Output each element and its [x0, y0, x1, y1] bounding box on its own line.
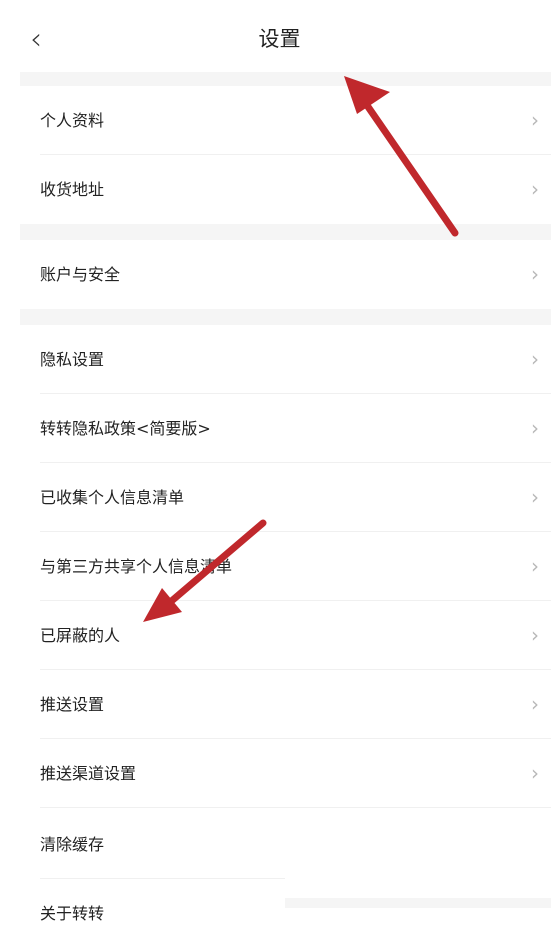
chevron-right-icon: › — [531, 761, 539, 785]
row-divider — [40, 807, 551, 808]
chevron-right-icon: › — [531, 623, 539, 647]
settings-item-label: 与第三方共享个人信息清单 — [40, 557, 233, 576]
settings-item-personal-info[interactable]: 个人资料 › — [20, 86, 551, 155]
chevron-right-icon: › — [531, 347, 539, 371]
chevron-right-icon: › — [531, 554, 539, 578]
settings-item-label: 转转隐私政策<简要版> — [40, 419, 211, 438]
settings-item-label: 个人资料 — [40, 111, 105, 130]
section-separator — [20, 72, 551, 86]
settings-item-about[interactable]: 关于转转 — [20, 879, 285, 948]
settings-item-push-settings[interactable]: 推送设置 › — [20, 670, 551, 739]
section-separator — [20, 224, 551, 240]
section-separator — [285, 898, 551, 908]
page-title: 设置 — [258, 27, 301, 51]
settings-item-label: 隐私设置 — [40, 350, 105, 369]
settings-item-label: 已屏蔽的人 — [40, 626, 121, 645]
settings-item-blocked-users[interactable]: 已屏蔽的人 › — [20, 601, 551, 670]
settings-item-push-channel-settings[interactable]: 推送渠道设置 › — [20, 739, 551, 808]
settings-item-label: 推送设置 — [40, 695, 105, 714]
settings-item-label: 账户与安全 — [40, 265, 121, 284]
settings-item-label: 推送渠道设置 — [40, 764, 137, 783]
chevron-right-icon: › — [531, 262, 539, 286]
chevron-right-icon: › — [531, 692, 539, 716]
chevron-right-icon: › — [531, 108, 539, 132]
settings-item-third-party-sharing-list[interactable]: 与第三方共享个人信息清单 › — [20, 532, 551, 601]
settings-item-label: 收货地址 — [40, 180, 105, 199]
settings-item-label: 清除缓存 — [40, 835, 105, 854]
settings-item-clear-cache[interactable]: 清除缓存 — [20, 810, 285, 879]
chevron-right-icon: › — [531, 485, 539, 509]
settings-item-label: 关于转转 — [40, 904, 105, 923]
chevron-right-icon: › — [531, 416, 539, 440]
settings-item-privacy-policy[interactable]: 转转隐私政策<简要版> › — [20, 394, 551, 463]
settings-item-collected-info-list[interactable]: 已收集个人信息清单 › — [20, 463, 551, 532]
settings-item-privacy[interactable]: 隐私设置 › — [20, 325, 551, 394]
settings-item-label: 已收集个人信息清单 — [40, 488, 185, 507]
app-header: ‹ 设置 — [0, 0, 559, 75]
chevron-right-icon: › — [531, 177, 539, 201]
settings-item-shipping-address[interactable]: 收货地址 › — [20, 155, 551, 224]
settings-item-account-security[interactable]: 账户与安全 › — [20, 240, 551, 309]
section-separator — [20, 309, 551, 325]
